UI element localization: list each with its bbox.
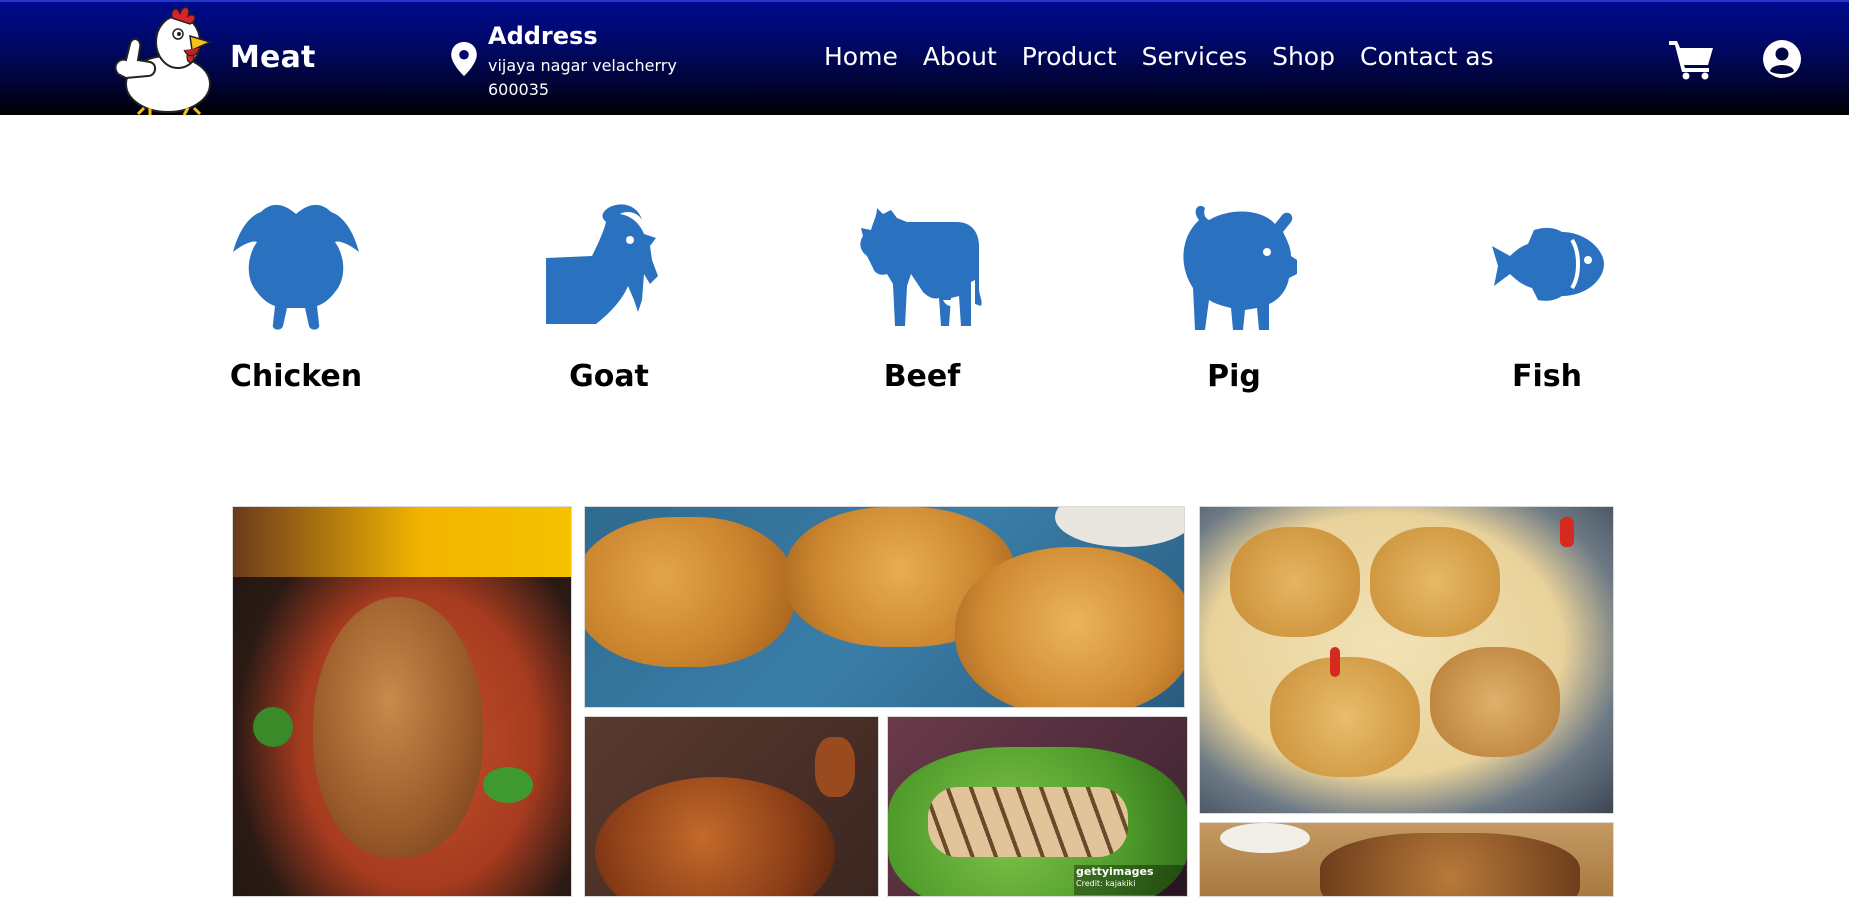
address-line-1: vijaya nagar velacherry <box>488 56 677 75</box>
category-label: Chicken <box>229 359 363 394</box>
address-title: Address <box>488 22 598 50</box>
category-label: Goat <box>569 359 649 394</box>
goat-icon <box>546 204 658 324</box>
category-label: Beef <box>883 359 961 394</box>
nav-shop[interactable]: Shop <box>1272 42 1335 71</box>
user-circle-icon[interactable] <box>1762 39 1802 79</box>
site-header: Meat Address vijaya nagar velacherry 600… <box>0 0 1849 116</box>
shopping-cart-icon[interactable] <box>1669 38 1715 80</box>
brand-name[interactable]: Meat <box>230 40 316 75</box>
nav-home[interactable]: Home <box>824 42 898 71</box>
photo-roasted-whole-chicken[interactable] <box>584 716 879 897</box>
photo-roast-chicken-pan[interactable] <box>232 506 572 897</box>
category-chicken[interactable]: Chicken <box>201 200 391 394</box>
photo-grilled-chicken-board[interactable] <box>1199 822 1614 897</box>
main-nav: Home About Product Services Shop Contact… <box>824 42 1494 71</box>
chicken-icon <box>233 204 359 330</box>
nav-product[interactable]: Product <box>1022 42 1117 71</box>
category-goat[interactable]: Goat <box>514 200 704 394</box>
map-pin-icon <box>451 42 477 76</box>
pig-icon <box>1183 205 1297 330</box>
photo-grilled-chicken-salad[interactable]: gettyimages Credit: kajakiki <box>887 716 1188 897</box>
category-pig[interactable]: Pig <box>1139 200 1329 394</box>
rooster-logo[interactable] <box>104 4 222 116</box>
nav-about[interactable]: About <box>923 42 997 71</box>
address-line-2: 600035 <box>488 80 550 99</box>
cow-icon <box>860 208 982 326</box>
category-fish[interactable]: Fish <box>1452 200 1642 394</box>
watermark-text: gettyimages <box>1076 865 1154 878</box>
watermark-credit: Credit: kajakiki <box>1076 879 1136 888</box>
nav-contact[interactable]: Contact as <box>1360 42 1494 71</box>
photo-creamy-chicken-skillet[interactable] <box>1199 506 1614 814</box>
photo-fried-chicken[interactable] <box>584 506 1185 708</box>
category-label: Pig <box>1207 359 1261 394</box>
category-beef[interactable]: Beef <box>827 200 1017 394</box>
category-label: Fish <box>1512 359 1582 394</box>
nav-services[interactable]: Services <box>1142 42 1247 71</box>
fish-icon <box>1492 227 1604 301</box>
